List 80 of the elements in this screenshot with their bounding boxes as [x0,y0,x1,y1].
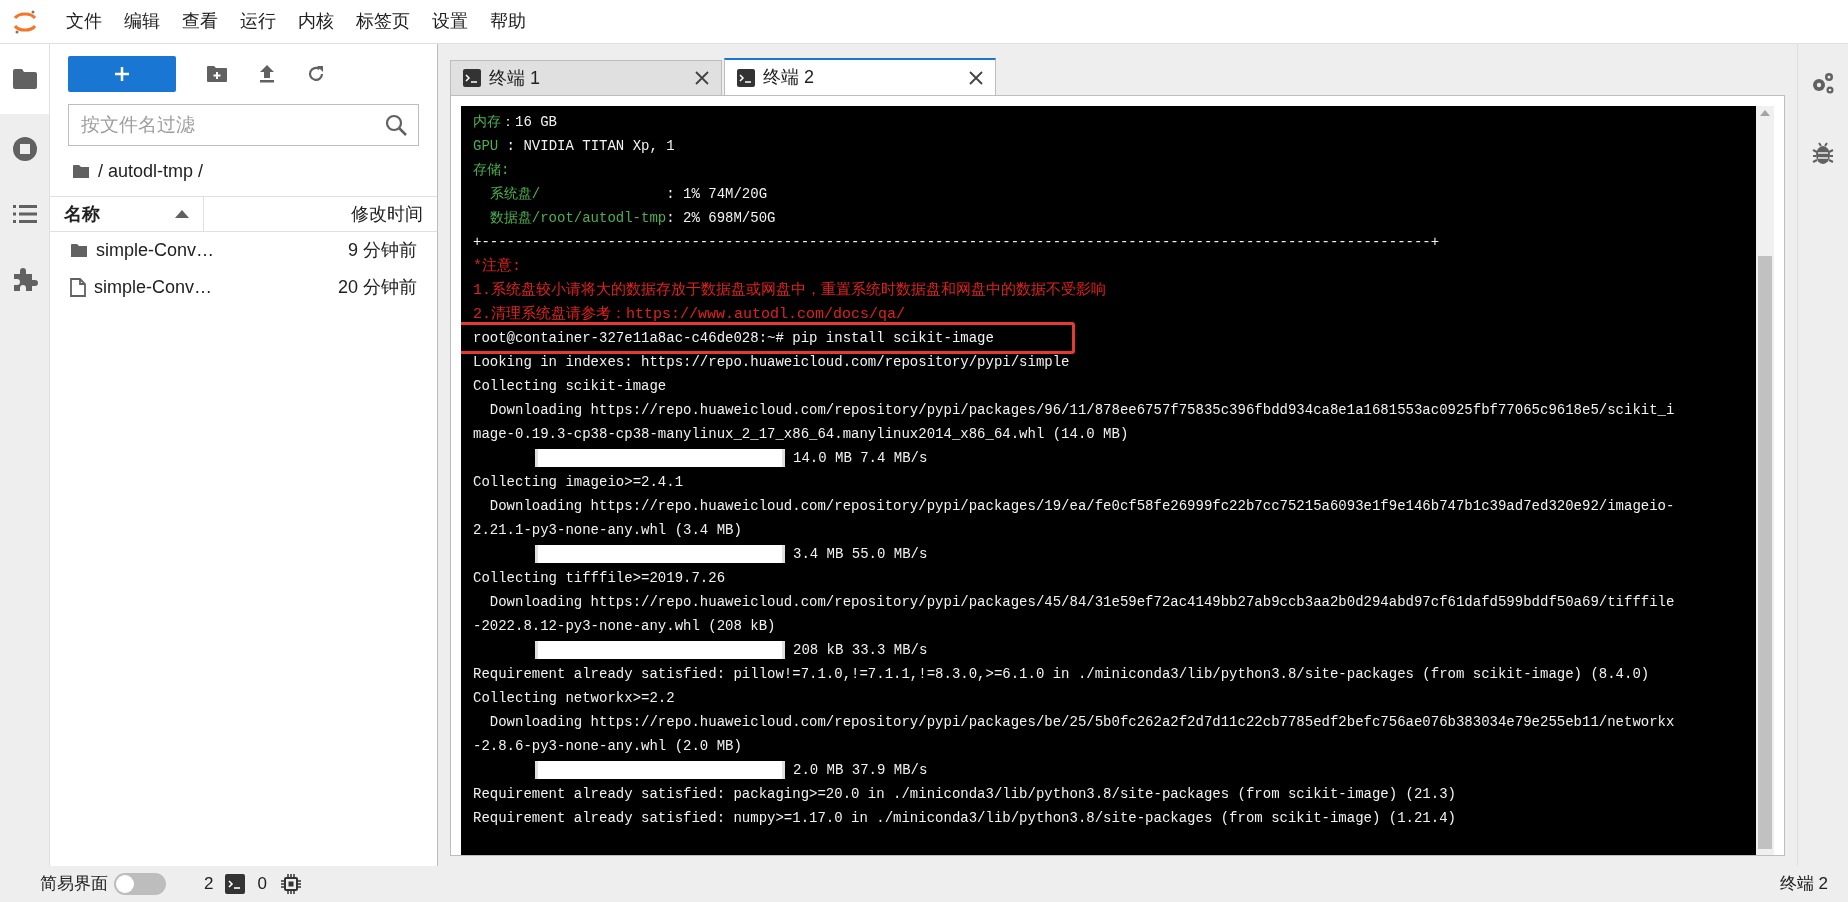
terminal-line: Downloading https://repo.huaweicloud.com/repository/pypi/packages/96/11/878ee6757f75835c396fbdd934ca8e1a1681553ac0925fbf77065c9618e5/scikit_i [488,402,1675,418]
close-icon[interactable] [969,70,983,85]
terminal-line: root@container-327e11a8ac-c46de028:~# pip install scikit-image [473,330,994,346]
bug-icon[interactable] [1811,140,1835,166]
file-row[interactable]: simple-Conv… 9 分钟前 [50,232,437,269]
menu-item[interactable]: 设置 [424,8,476,35]
terminal-line: Downloading https://repo.huaweicloud.com/repository/pypi/packages/45/84/31e59ef72ac4149bb27ab9ccb3aa2b0d294abd97cf61dafd599bddf50a69/tifffile [488,594,1675,610]
menu-item[interactable]: 帮助 [482,8,534,35]
upload-icon[interactable] [258,64,276,84]
terminal-line: Collecting scikit-image [473,378,667,394]
search-icon [385,114,407,136]
file-icon [70,278,86,297]
terminal-line: -2022.8.12-py3-none-any.whl (208 kB) [473,618,776,634]
scrollbar-thumb[interactable] [1758,256,1772,849]
terminal-icon [463,69,481,87]
terminal-line: Looking in indexes: https://repo.huaweicloud.com/repository/pypi/simple [473,354,1070,370]
terminal-line: Collecting tifffile>=2019.7.26 [473,570,726,586]
terminal-line: mage-0.19.3-cp38-cp38-manylinux_2_17_x86_64.manylinux2014_x86_64.whl (14.0 MB) [473,426,1129,442]
folder-icon[interactable] [11,68,38,90]
menu-item[interactable]: 标签页 [348,8,418,35]
new-folder-icon[interactable] [206,65,228,83]
terminal-line: Downloading https://repo.huaweicloud.com/repository/pypi/packages/be/25/5b0fc262a2f2d7d11c22cb7785edf2befc756ae076b383034e79e255eb11/networkx [488,714,1675,730]
sort-ascending-icon [175,210,189,218]
kernel-count[interactable]: 0 [257,871,267,897]
terminal-label: 存储: [473,162,510,178]
terminal-line: Requirement already satisfied: numpy>=1.17.0 in ./miniconda3/lib/python3.8/site-packages (from scikit-image) (1.21.4) [473,810,1456,826]
column-header[interactable]: 修改时间 [204,197,437,231]
file-row[interactable]: simple-Conv… 20 分钟前 [50,269,437,306]
folder-icon [72,163,90,179]
active-tab-label: 终端 2 [1779,873,1828,896]
terminal-line: 14.0 MB 7.4 MB/s [793,449,928,468]
terminal-icon [737,68,755,87]
terminal-line: 3.4 MB 55.0 MB/s [793,545,928,564]
tab[interactable]: 终端 1 [450,60,722,95]
terminal-line: Requirement already satisfied: pillow!=7.1.0,!=7.1.1,!=8.3.0,>=6.1.0 in ./miniconda3/lib/python3.8/site-packages (from scikit-image) (8.4.0) [473,666,1650,682]
terminal-line: 208 kB 33.3 MB/s [793,641,928,660]
terminal-label: 数据盘/root/autodl-tmp [488,210,667,226]
settings-icon[interactable] [1810,70,1836,96]
tab[interactable]: 终端 2 [724,58,996,95]
refresh-icon[interactable] [306,64,326,84]
warning-line: 1.系统盘较小请将大的数据存放于数据盘或网盘中，重置系统时数据盘和网盘中的数据不受影响 [473,282,1106,299]
scrollbar[interactable] [1756,106,1774,855]
app-logo-icon [12,8,38,35]
puzzle-icon[interactable] [11,266,38,292]
close-icon[interactable] [695,71,709,85]
terminal-line: 2.0 MB 37.9 MB/s [793,761,928,780]
terminal-line: Downloading https://repo.huaweicloud.com/repository/pypi/packages/19/ea/fe0cf58fe26999fc22b7cc75215a6093e1f9e146b747b1c39ad7ed320e92/imageio- [488,498,1675,514]
terminal-label: GPU [473,138,499,154]
menu-item[interactable]: 查看 [174,8,226,35]
terminal-line: +-----------------------------------------------------------------------------------------------------------------+ [473,234,1440,250]
terminal-line: -2.8.6-py3-none-any.whl (2.0 MB) [473,738,742,754]
menu-item[interactable]: 编辑 [116,8,168,35]
stop-circle-icon[interactable] [11,136,38,162]
warning-line: *注意: [473,258,521,275]
terminal-line: Collecting imageio>=2.4.1 [473,474,684,490]
terminal-value: : 1% 74M/20G [665,186,768,202]
terminal-label: 系统盘/ [488,186,541,202]
terminal-count[interactable]: 2 [204,871,214,897]
breadcrumb-path[interactable]: / autodl-tmp / [98,157,204,185]
terminal-value: : 2% 698M/50G [666,210,776,226]
terminal-line: 2.21.1-py3-none-any.whl (3.4 MB) [473,522,742,538]
column-header[interactable]: 名称 [50,197,204,231]
warning-line: 2.清理系统盘请参考：https://www.autodl.com/docs/qa/ [473,306,906,323]
filter-field[interactable]: 按文件名过滤 [68,104,419,146]
menu-item[interactable]: 运行 [232,8,284,35]
list-icon[interactable] [12,204,37,224]
simple-mode-toggle[interactable] [114,873,166,895]
menu-item[interactable]: 内核 [290,8,342,35]
terminal-icon[interactable] [225,874,246,894]
terminal-value: ：16 GB [501,114,557,130]
terminal-panel[interactable] [461,106,1774,855]
simple-mode-label: 简易界面 [40,873,108,896]
terminal-line: Collecting networkx>=2.2 [473,690,675,706]
chip-icon[interactable] [280,874,301,894]
plus-icon [114,66,130,82]
folder-icon [70,243,88,258]
terminal-value: : NVIDIA TITAN Xp, 1 [505,138,675,154]
menu-item[interactable]: 文件 [58,8,110,35]
terminal-label: 内存 [473,114,501,130]
terminal-line: Requirement already satisfied: packaging>=20.0 in ./miniconda3/lib/python3.8/site-packages (from scikit-image) (21.3) [473,786,1456,802]
